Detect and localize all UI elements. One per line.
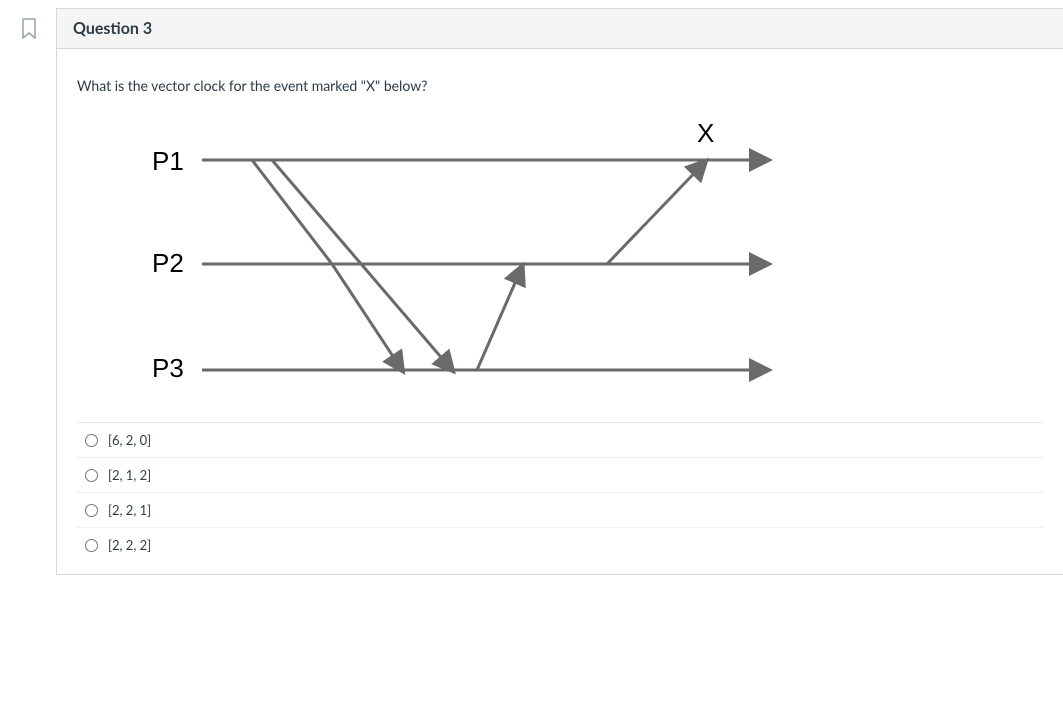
answer-option[interactable]: [2, 2, 1] [77, 493, 1043, 528]
process-label-p2: P2 [152, 248, 184, 278]
answer-label[interactable]: [2, 1, 2] [108, 467, 151, 483]
bookmark-icon[interactable] [20, 18, 38, 40]
question-body: What is the vector clock for the event m… [57, 49, 1063, 574]
answer-label[interactable]: [2, 2, 2] [108, 537, 151, 553]
question-title: Question 3 [73, 19, 152, 38]
answer-option[interactable]: [6, 2, 0] [77, 423, 1043, 458]
answer-option[interactable]: [2, 1, 2] [77, 458, 1043, 493]
answer-radio[interactable] [85, 539, 98, 552]
answer-label[interactable]: [6, 2, 0] [108, 432, 151, 448]
question-prompt: What is the vector clock for the event m… [77, 77, 1043, 94]
event-x-label: X [697, 118, 714, 148]
answer-radio[interactable] [85, 504, 98, 517]
answer-radio[interactable] [85, 434, 98, 447]
answer-option[interactable]: [2, 2, 2] [77, 528, 1043, 562]
question-card: Question 3 What is the vector clock for … [56, 8, 1063, 575]
process-label-p3: P3 [152, 353, 184, 383]
answer-list: [6, 2, 0] [2, 1, 2] [2, 2, 1] [2, 2, 2] [77, 422, 1043, 562]
vector-clock-diagram: P1 P2 P3 X [77, 112, 1043, 422]
question-header: Question 3 [57, 9, 1063, 49]
process-label-p1: P1 [152, 146, 184, 176]
answer-label[interactable]: [2, 2, 1] [108, 502, 151, 518]
answer-radio[interactable] [85, 469, 98, 482]
